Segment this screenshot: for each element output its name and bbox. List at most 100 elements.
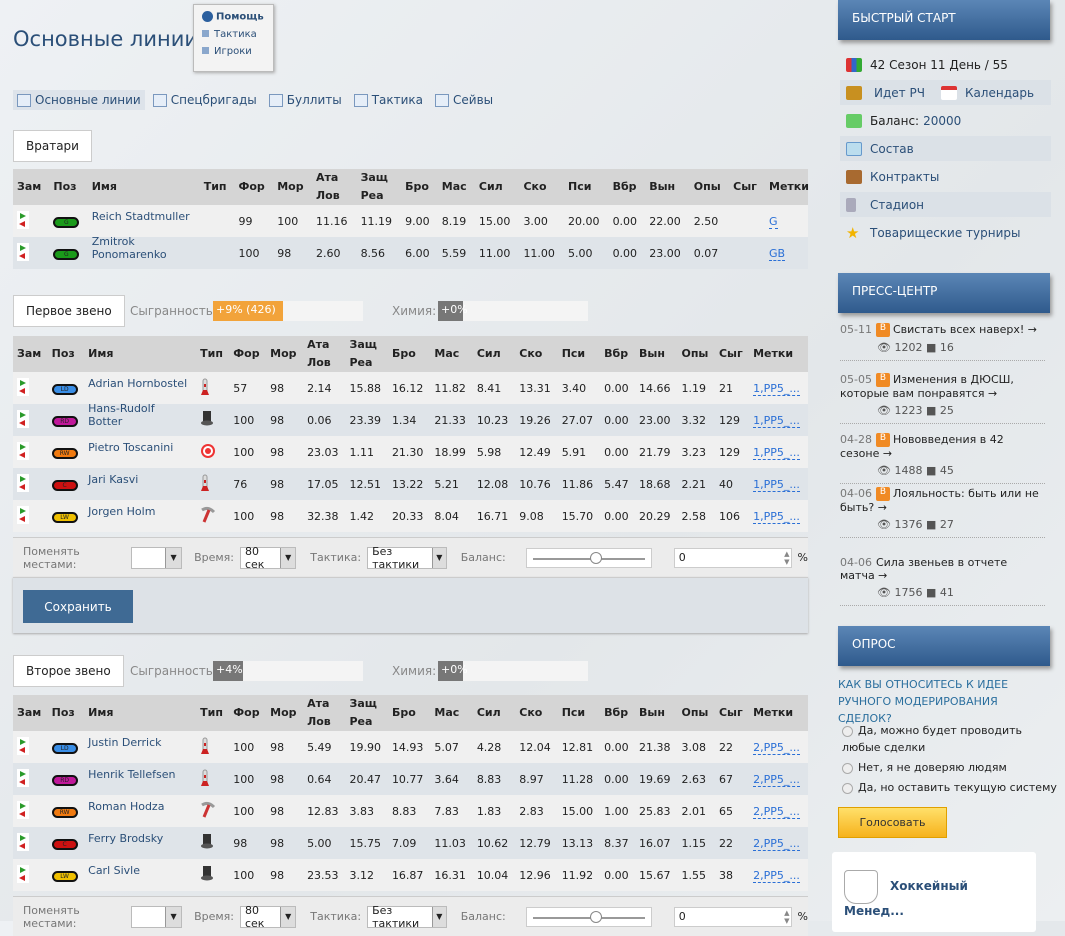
marks-link[interactable]: 2,PP5_... bbox=[753, 836, 800, 851]
player-name-link[interactable]: Henrik Tellefsen bbox=[88, 768, 175, 781]
tab-0[interactable]: Основные линии bbox=[13, 90, 145, 110]
save-button[interactable]: Сохранить bbox=[23, 590, 133, 623]
marks-link[interactable]: 2,PP5_... bbox=[753, 804, 800, 819]
news-title-link[interactable]: Свистать всех наверх! → bbox=[893, 323, 1037, 336]
column-header[interactable]: Метки bbox=[749, 695, 808, 731]
news-item[interactable]: 04-28 B Нововведения в 42 сезоне → 👁 1488 ■… bbox=[840, 433, 1045, 484]
column-header[interactable]: Мор bbox=[266, 336, 304, 372]
column-header[interactable]: Тип bbox=[199, 169, 235, 205]
roster-link[interactable]: Состав bbox=[840, 136, 1051, 161]
player-name-link[interactable]: Ferry Brodsky bbox=[88, 832, 163, 845]
swap-icon[interactable] bbox=[17, 377, 29, 396]
column-header[interactable]: Вын bbox=[635, 336, 678, 372]
column-header[interactable]: Тип bbox=[196, 336, 230, 372]
balance-input[interactable]: 0 ▲ ▼ bbox=[673, 906, 792, 927]
swap-icon[interactable] bbox=[17, 473, 29, 492]
swap-select[interactable]: ▼ bbox=[131, 546, 183, 569]
news-item[interactable]: 05-11 B Свистать всех наверх! → 👁 1202 ■ 16 bbox=[840, 323, 1045, 361]
player-name-link[interactable]: Carl Sivle bbox=[88, 864, 140, 877]
column-header[interactable]: Опы bbox=[689, 169, 730, 205]
marks-link[interactable]: 2,PP5_... bbox=[753, 740, 800, 755]
column-header[interactable]: Сыг bbox=[729, 169, 765, 205]
column-header[interactable]: Сыг bbox=[714, 695, 750, 731]
marks-link[interactable]: 1,PP5_... bbox=[753, 445, 800, 460]
spinner-icon[interactable]: ▲ ▼ bbox=[784, 909, 789, 925]
marks-link[interactable]: 2,PP5_... bbox=[753, 868, 800, 883]
marks-link[interactable]: 1,PP5_... bbox=[753, 509, 800, 524]
column-header[interactable]: Ско bbox=[519, 169, 564, 205]
column-header[interactable]: Имя bbox=[87, 169, 200, 205]
balance-slider[interactable] bbox=[525, 906, 652, 927]
column-header[interactable]: Бро bbox=[387, 336, 431, 372]
marks-link[interactable]: GB bbox=[769, 246, 786, 261]
column-header[interactable]: Ско bbox=[515, 336, 558, 372]
column-header[interactable]: Бро bbox=[401, 169, 438, 205]
column-header[interactable]: Поз bbox=[47, 336, 85, 372]
news-item[interactable]: 05-05 B Изменения в ДЮСШ, которые вам понр… bbox=[840, 373, 1045, 424]
player-name-link[interactable]: Zmitrok Ponomarenko bbox=[92, 235, 167, 261]
column-header[interactable]: Ско bbox=[515, 695, 558, 731]
column-header[interactable]: Метки bbox=[749, 336, 808, 372]
poll-option[interactable]: Нет, я не доверяю людям bbox=[842, 759, 1057, 776]
column-header[interactable]: Опы bbox=[677, 336, 715, 372]
column-header[interactable]: Зам bbox=[13, 336, 48, 372]
swap-icon[interactable] bbox=[17, 210, 29, 229]
player-name-link[interactable]: Pietro Toscanini bbox=[88, 441, 173, 454]
swap-icon[interactable] bbox=[17, 505, 29, 524]
swap-select[interactable]: ▼ bbox=[131, 905, 183, 928]
column-header[interactable]: Фор bbox=[234, 169, 274, 205]
column-header[interactable]: Вбр bbox=[600, 336, 636, 372]
news-item[interactable]: 04-06 B Лояльность: быть или не быть? → 👁 1… bbox=[840, 487, 1045, 538]
calendar-link[interactable]: Календарь bbox=[965, 86, 1034, 100]
column-header[interactable]: Вын bbox=[635, 695, 678, 731]
column-header[interactable]: Зам bbox=[13, 695, 48, 731]
swap-icon[interactable] bbox=[17, 800, 29, 819]
column-header[interactable]: Поз bbox=[49, 169, 88, 205]
time-select[interactable]: 80 сек ▼ bbox=[239, 904, 297, 930]
marks-link[interactable]: 2,PP5_... bbox=[753, 772, 800, 787]
balance-input[interactable]: 0 ▲ ▼ bbox=[673, 547, 792, 568]
player-name-link[interactable]: Justin Derrick bbox=[88, 736, 161, 749]
column-header[interactable]: Имя bbox=[84, 695, 197, 731]
swap-icon[interactable] bbox=[17, 768, 29, 787]
column-header[interactable]: Вбр bbox=[600, 695, 636, 731]
column-header[interactable]: Имя bbox=[84, 336, 197, 372]
player-name-link[interactable]: Jari Kasvi bbox=[88, 473, 138, 486]
player-name-link[interactable]: Hans-Rudolf Botter bbox=[88, 402, 154, 428]
column-header[interactable]: Ата Лов bbox=[312, 169, 357, 205]
tab-2[interactable]: Буллиты bbox=[265, 90, 346, 110]
promo-card[interactable]: Хоккейный Менед... bbox=[832, 852, 1036, 932]
swap-icon[interactable] bbox=[17, 864, 29, 883]
column-header[interactable]: Опы bbox=[677, 695, 715, 731]
radio-button[interactable] bbox=[842, 782, 853, 794]
help-players-link[interactable]: Игроки bbox=[202, 46, 265, 57]
column-header[interactable]: Мор bbox=[266, 695, 304, 731]
column-header[interactable]: Сыг bbox=[714, 336, 750, 372]
friendly-tournaments-link[interactable]: ★ Товарищеские турниры bbox=[840, 220, 1051, 245]
column-header[interactable]: Ата Лов bbox=[303, 336, 346, 372]
balance-slider[interactable] bbox=[525, 547, 652, 568]
column-header[interactable]: Ата Лов bbox=[303, 695, 346, 731]
help-link[interactable]: Помощь bbox=[202, 11, 265, 23]
stadium-link[interactable]: Стадион bbox=[840, 192, 1051, 217]
column-header[interactable]: Фор bbox=[229, 695, 267, 731]
column-header[interactable]: Тип bbox=[196, 695, 230, 731]
tab-1[interactable]: Спецбригады bbox=[149, 90, 261, 110]
marks-link[interactable]: G bbox=[769, 214, 778, 229]
contracts-link[interactable]: Контракты bbox=[840, 164, 1051, 189]
player-name-link[interactable]: Adrian Hornbostel bbox=[88, 377, 187, 390]
column-header[interactable]: Бро bbox=[387, 695, 431, 731]
championship-link[interactable]: Идет РЧ bbox=[874, 86, 925, 100]
column-header[interactable]: Фор bbox=[229, 336, 267, 372]
column-header[interactable]: Защ Реа bbox=[345, 336, 388, 372]
slider-handle[interactable] bbox=[589, 551, 602, 564]
time-select[interactable]: 80 сек ▼ bbox=[239, 545, 297, 571]
swap-icon[interactable] bbox=[17, 736, 29, 755]
column-header[interactable]: Защ Реа bbox=[345, 695, 388, 731]
column-header[interactable]: Мас bbox=[430, 695, 473, 731]
vote-button[interactable]: Голосовать bbox=[838, 807, 947, 838]
spinner-icon[interactable]: ▲ ▼ bbox=[784, 550, 789, 566]
swap-icon[interactable] bbox=[17, 409, 29, 428]
swap-icon[interactable] bbox=[17, 441, 29, 460]
radio-button[interactable] bbox=[842, 762, 853, 774]
